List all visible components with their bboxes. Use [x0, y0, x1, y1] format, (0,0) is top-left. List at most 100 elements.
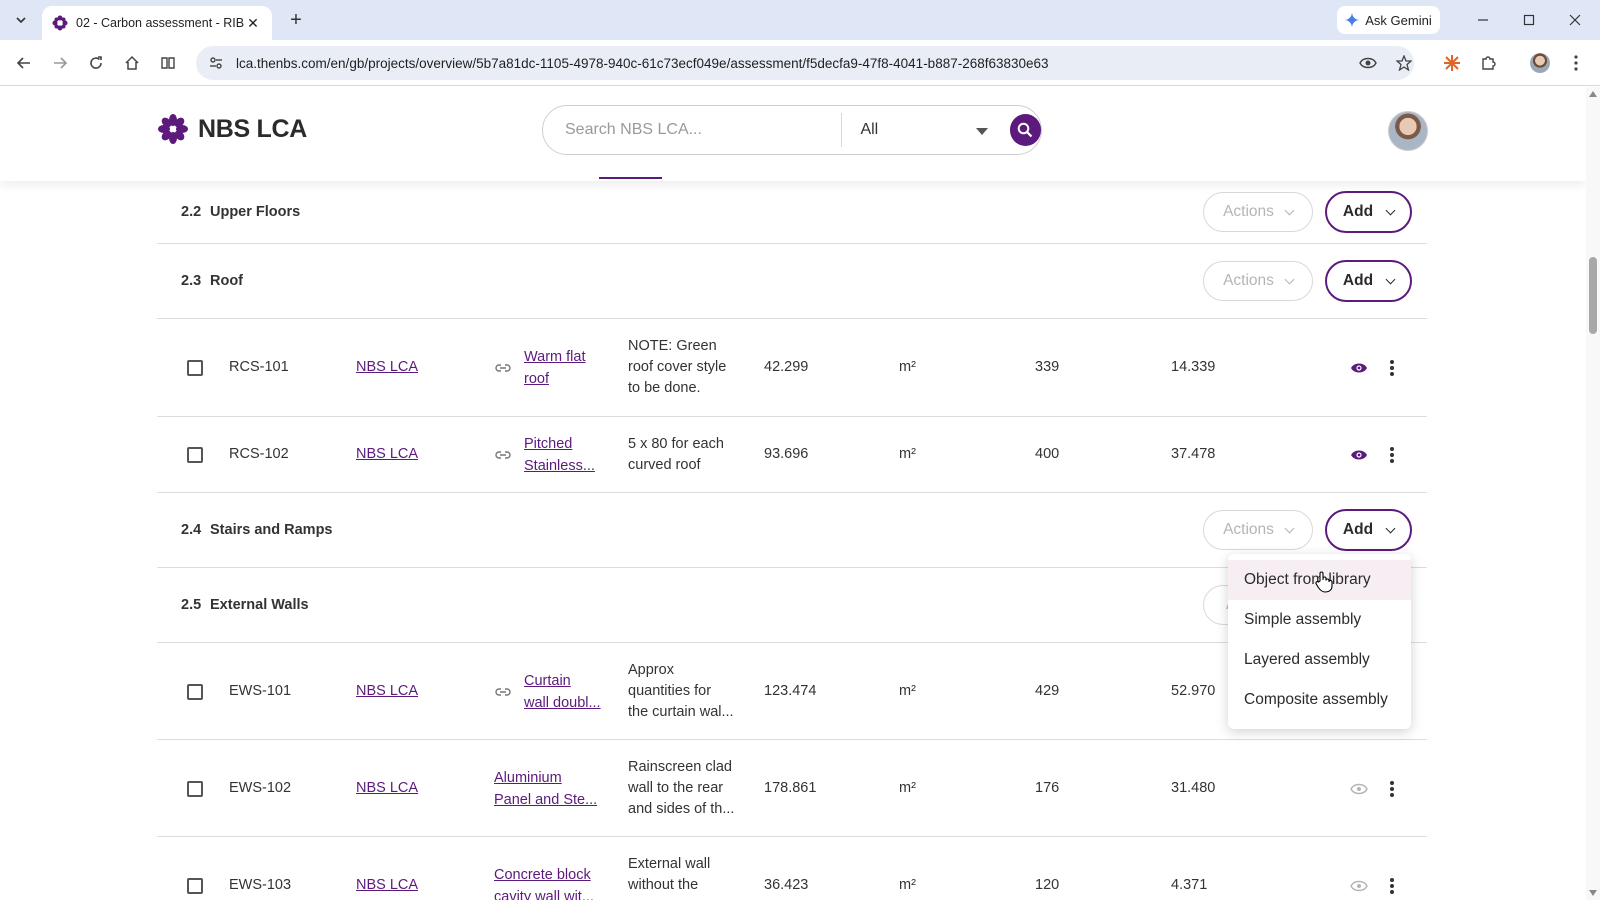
page-scrollbar[interactable]: [1586, 87, 1600, 900]
browser-menu-button[interactable]: [1564, 51, 1588, 75]
nbs-lca-logo[interactable]: NBS LCA: [158, 114, 307, 144]
tab-title: 02 - Carbon assessment - RIBA: [76, 16, 244, 30]
add-button[interactable]: Add: [1325, 260, 1412, 302]
profile-button[interactable]: [1528, 51, 1552, 75]
row-value: 400: [1035, 446, 1060, 462]
note-line: quantities for: [628, 683, 712, 699]
bookmark-button[interactable]: [1392, 51, 1416, 75]
address-bar[interactable]: lca.thenbs.com/en/gb/projects/overview/5…: [196, 46, 1414, 80]
row-checkbox[interactable]: [187, 360, 203, 376]
row-unit: m²: [899, 446, 916, 462]
browser-tab[interactable]: 02 - Carbon assessment - RIBA ✕: [42, 6, 272, 40]
menu-item-composite-assembly[interactable]: Composite assembly: [1228, 680, 1411, 720]
nbs-flower-logo-icon: [158, 114, 188, 144]
tab-search-button[interactable]: [8, 8, 34, 32]
forward-button[interactable]: [48, 51, 72, 75]
object-name-link[interactable]: Aluminium Panel and Ste...: [494, 767, 597, 811]
maximize-window-button[interactable]: [1514, 8, 1544, 32]
row-checkbox[interactable]: [187, 781, 203, 797]
section-number: 2.5: [181, 597, 202, 613]
close-window-button[interactable]: [1560, 8, 1590, 32]
object-name-link[interactable]: Concrete block cavity wall wit...: [494, 864, 594, 900]
row-value: 339: [1035, 359, 1060, 375]
note-line: 5 x 80 for each: [628, 436, 724, 452]
arrow-left-icon: [16, 57, 30, 69]
extensions-menu-button[interactable]: [1476, 51, 1500, 75]
new-tab-button[interactable]: +: [282, 8, 310, 32]
row-carbon-value: 52.970: [1171, 683, 1216, 699]
note-line: Rainscreen clad: [628, 759, 732, 775]
note-line: Approx: [628, 662, 674, 678]
source-link[interactable]: NBS LCA: [356, 877, 418, 893]
reload-button[interactable]: [84, 51, 108, 75]
add-label: Add: [1342, 521, 1374, 538]
row-checkbox[interactable]: [187, 878, 203, 894]
search-button[interactable]: [1009, 114, 1042, 146]
scroll-down-icon[interactable]: [1589, 890, 1597, 896]
minimize-icon: [1478, 19, 1488, 21]
object-name-link[interactable]: Warm flat roof: [524, 346, 586, 390]
source-link[interactable]: NBS LCA: [356, 683, 418, 699]
maximize-icon: [1523, 14, 1535, 26]
row-menu-icon[interactable]: [1390, 876, 1394, 896]
home-button[interactable]: [120, 51, 144, 75]
section-name: Stairs and Ramps: [210, 522, 333, 538]
visibility-eye-icon[interactable]: [1350, 449, 1368, 461]
row-checkbox[interactable]: [187, 684, 203, 700]
row-quantity: 42.299: [764, 359, 809, 375]
object-name-line: Pitched: [524, 436, 573, 452]
reading-mode-button[interactable]: [156, 51, 180, 75]
row-menu-icon[interactable]: [1390, 358, 1394, 378]
visibility-eye-icon[interactable]: [1350, 880, 1368, 892]
link-icon: [495, 364, 511, 372]
actions-label: Actions: [1223, 521, 1274, 538]
extension-button[interactable]: [1440, 51, 1464, 75]
row-quantity: 93.696: [764, 446, 809, 462]
scrollbar-thumb[interactable]: [1589, 257, 1597, 334]
close-tab-icon[interactable]: ✕: [244, 14, 262, 32]
add-button[interactable]: Add: [1325, 191, 1412, 233]
row-unit: m²: [899, 359, 916, 375]
chevron-down-icon: [1284, 205, 1295, 215]
scroll-up-icon[interactable]: [1589, 91, 1597, 97]
eye-toolbar-icon[interactable]: [1356, 51, 1380, 75]
search-scope-value: All: [860, 121, 879, 138]
ask-gemini-button[interactable]: Ask Gemini: [1337, 6, 1440, 34]
visibility-eye-icon[interactable]: [1350, 783, 1368, 795]
search-scope-select[interactable]: All: [842, 106, 999, 154]
user-avatar[interactable]: [1388, 111, 1428, 151]
row-value: 176: [1035, 780, 1060, 796]
object-name-line: Curtain: [524, 673, 571, 689]
source-link[interactable]: NBS LCA: [356, 359, 418, 375]
row-code: EWS-101: [229, 683, 292, 699]
site-settings-icon[interactable]: [208, 55, 224, 71]
caret-down-icon: [975, 128, 988, 135]
menu-item-simple-assembly[interactable]: Simple assembly: [1228, 600, 1411, 640]
menu-item-layered-assembly[interactable]: Layered assembly: [1228, 640, 1411, 680]
visibility-eye-icon[interactable]: [1350, 362, 1368, 374]
section-name: Upper Floors: [210, 204, 301, 220]
row-carbon-value: 14.339: [1171, 359, 1216, 375]
search-input[interactable]: [565, 121, 842, 139]
row-note: Approx quantities for the curtain wal...: [628, 660, 740, 723]
actions-button[interactable]: Actions: [1203, 192, 1313, 232]
add-button[interactable]: Add: [1325, 509, 1412, 551]
actions-label: Actions: [1223, 203, 1274, 220]
source-link[interactable]: NBS LCA: [356, 446, 418, 462]
ask-gemini-label: Ask Gemini: [1365, 12, 1432, 28]
row-menu-icon[interactable]: [1390, 445, 1394, 465]
source-link[interactable]: NBS LCA: [356, 780, 418, 796]
minimize-window-button[interactable]: [1468, 8, 1498, 32]
search-icon: [1018, 122, 1033, 138]
row-menu-icon[interactable]: [1390, 779, 1394, 799]
note-line: to be done.: [628, 380, 701, 396]
back-button[interactable]: [12, 51, 36, 75]
row-checkbox[interactable]: [187, 447, 203, 463]
actions-button[interactable]: Actions: [1203, 510, 1313, 550]
note-line: External wall: [628, 856, 711, 872]
actions-button[interactable]: Actions: [1203, 261, 1313, 301]
object-name-line: wall doubl...: [524, 695, 601, 711]
object-name-line: Panel and Ste...: [494, 792, 598, 808]
object-name-link[interactable]: Curtain wall doubl...: [524, 670, 601, 714]
object-name-link[interactable]: Pitched Stainless...: [524, 433, 595, 477]
